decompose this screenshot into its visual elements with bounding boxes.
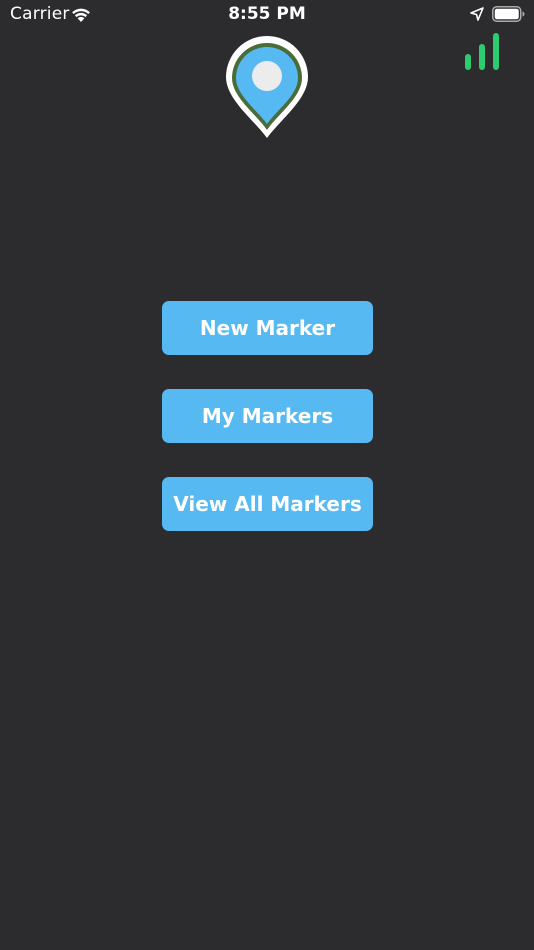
view-all-markers-button[interactable]: View All Markers [162,477,373,531]
battery-icon [492,6,525,22]
my-markers-button[interactable]: My Markers [162,389,373,443]
clock: 8:55 PM [228,4,306,24]
status-bar: Carrier 8:55 PM [0,0,534,30]
signal-strength-icon[interactable] [462,31,504,73]
map-pin-icon [226,36,308,138]
new-marker-button[interactable]: New Marker [162,301,373,355]
location-arrow-icon [470,7,484,21]
